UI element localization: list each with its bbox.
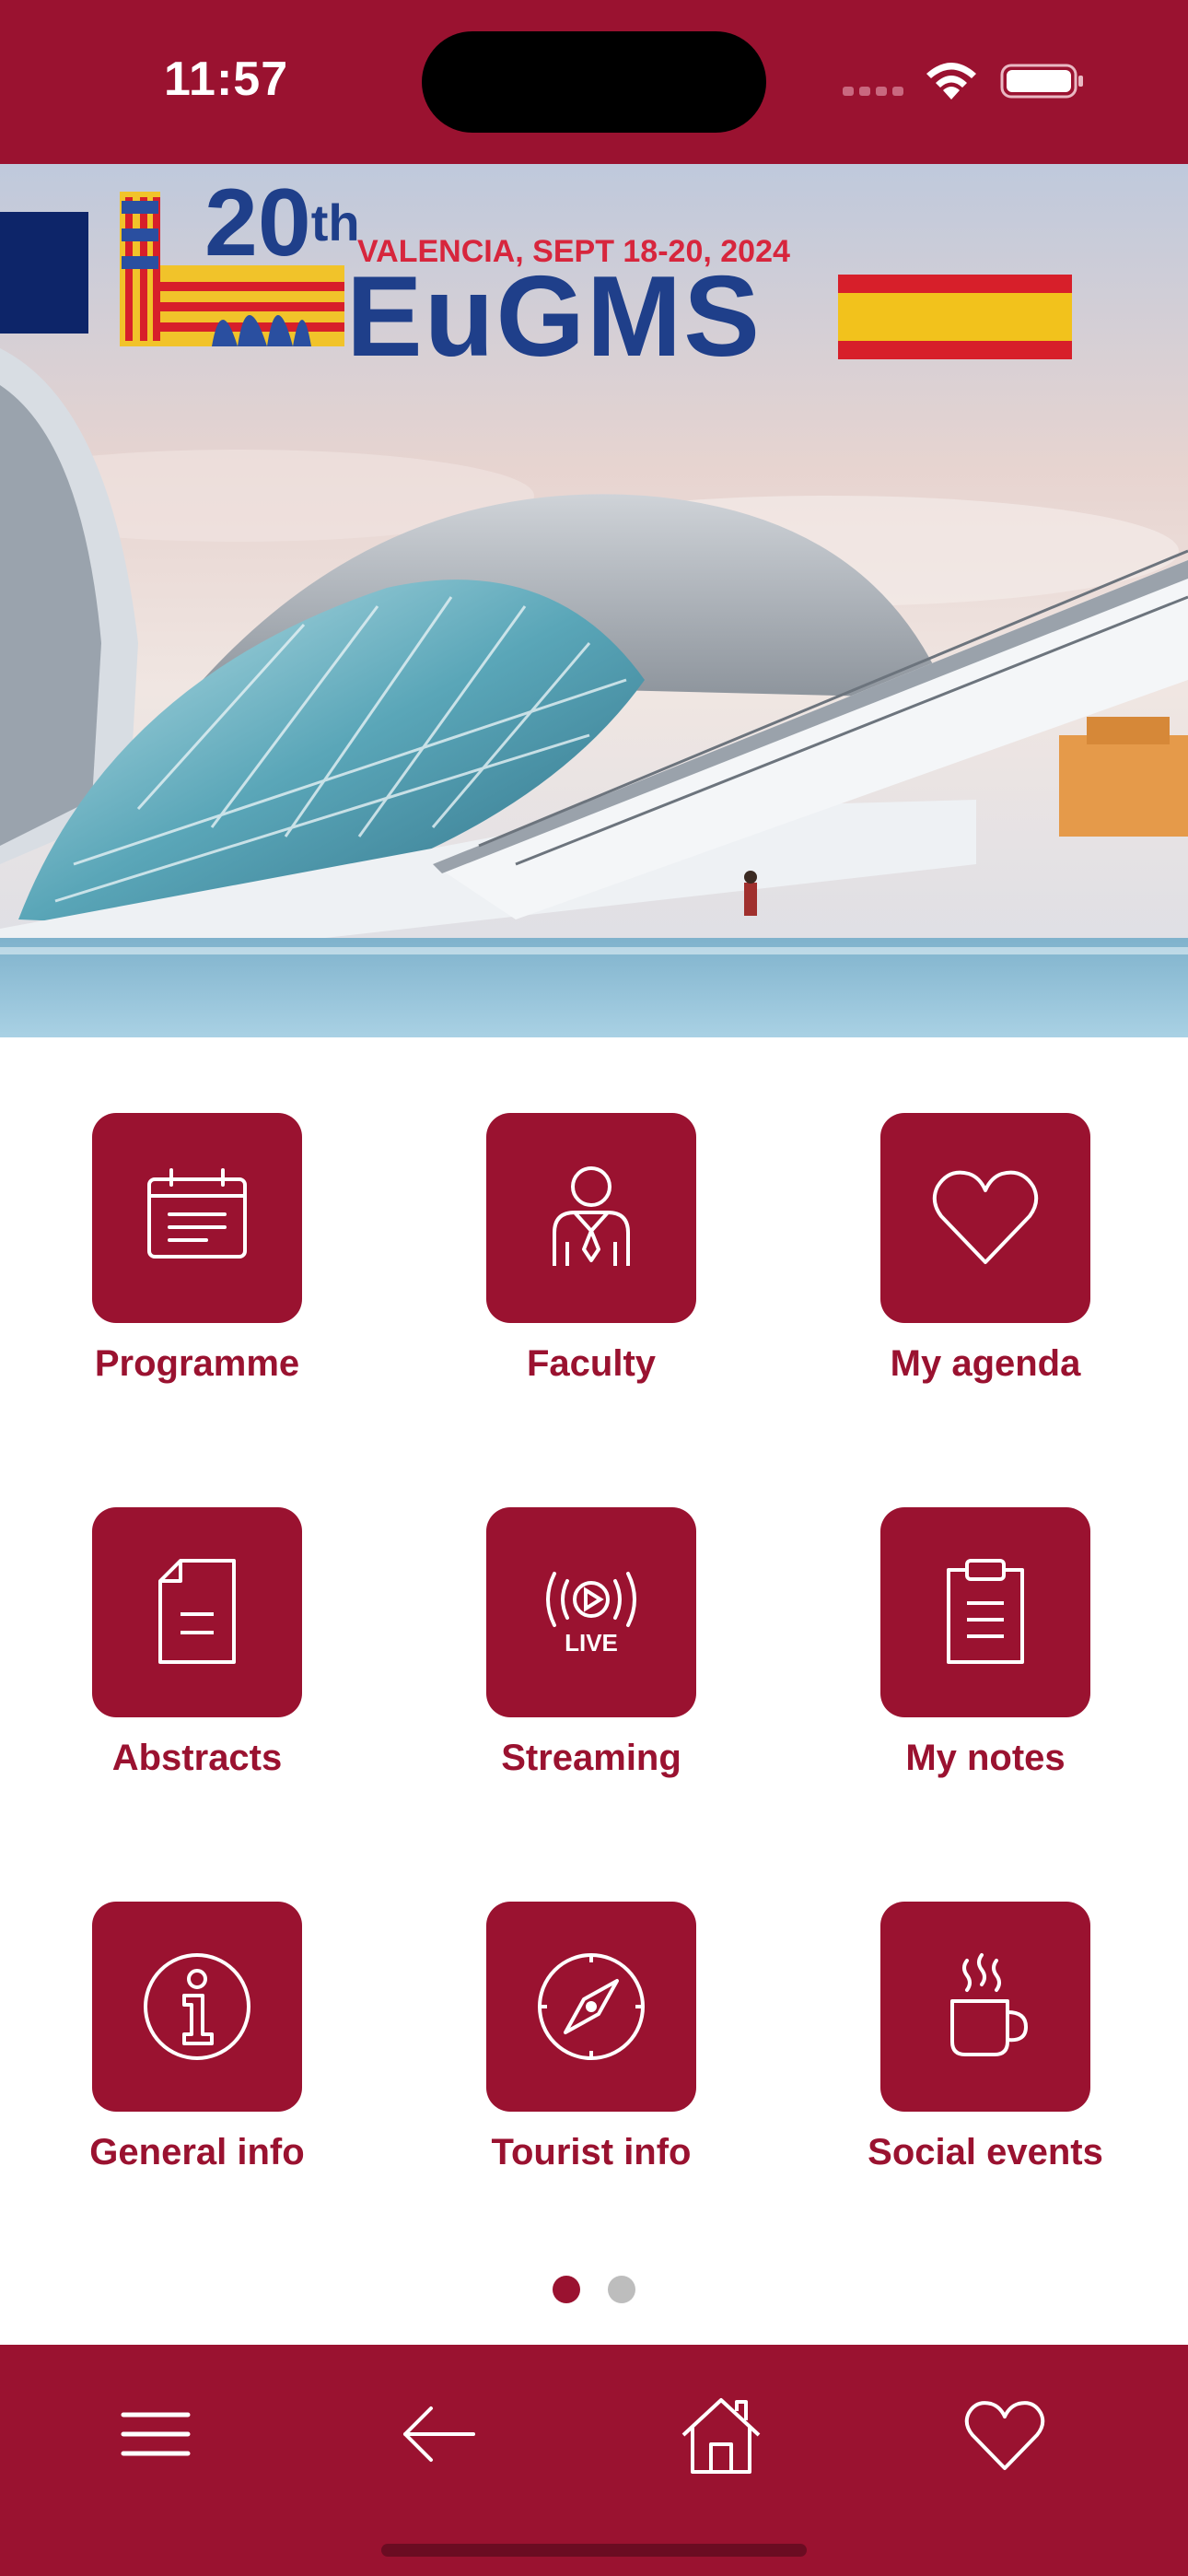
menu-social-events-button[interactable] [880, 1902, 1090, 2112]
main-menu-grid: Programme Faculty My agenda Abstracts LI… [0, 1037, 1188, 2305]
menu-my-notes-label: My notes [905, 1738, 1066, 1778]
back-button[interactable] [389, 2383, 490, 2485]
menu-button[interactable] [105, 2383, 206, 2485]
favorites-button[interactable] [954, 2383, 1055, 2485]
menu-general-info-button[interactable] [92, 1902, 302, 2112]
menu-my-notes-button[interactable] [880, 1507, 1090, 1717]
heart-icon [932, 1170, 1039, 1264]
banner-edition-number: 20 [204, 170, 311, 276]
battery-icon [1000, 64, 1083, 99]
menu-faculty[interactable]: Faculty [394, 1037, 788, 1384]
menu-abstracts-button[interactable] [92, 1507, 302, 1717]
menu-streaming-button[interactable]: LIVE [486, 1507, 696, 1717]
back-arrow-icon [403, 2406, 475, 2462]
banner-edition: 20th [204, 175, 360, 271]
info-icon [144, 1953, 250, 2060]
menu-programme-label: Programme [94, 1343, 300, 1384]
menu-abstracts-label: Abstracts [111, 1738, 283, 1778]
menu-general-info-label: General info [89, 2132, 305, 2172]
dynamic-island [422, 31, 766, 133]
person-tie-icon [553, 1166, 630, 1266]
home-icon [681, 2398, 761, 2474]
banner-edition-suffix: th [310, 193, 360, 252]
menu-tourist-info[interactable]: Tourist info [394, 1826, 788, 2172]
home-indicator[interactable] [381, 2544, 807, 2557]
hero-banner-image: 20th VALENCIA, SEPT 18-20, 2024 EuGMS [0, 164, 1188, 1037]
page-dot-2[interactable] [608, 2276, 635, 2303]
menu-abstracts[interactable]: Abstracts [0, 1432, 394, 1778]
menu-social-events[interactable]: Social events [788, 1826, 1182, 2172]
coffee-cup-icon [950, 1953, 1028, 2056]
menu-my-notes[interactable]: My notes [788, 1432, 1182, 1778]
live-text: LIVE [565, 1629, 618, 1657]
menu-faculty-label: Faculty [526, 1343, 657, 1384]
menu-streaming-label: Streaming [501, 1738, 681, 1778]
menu-tourist-info-button[interactable] [486, 1902, 696, 2112]
menu-programme[interactable]: Programme [0, 1037, 394, 1384]
wifi-icon [926, 63, 976, 100]
cellular-signal-icon [843, 87, 903, 96]
clipboard-icon [947, 1559, 1024, 1664]
menu-social-events-label: Social events [868, 2132, 1103, 2172]
menu-my-agenda-label: My agenda [890, 1343, 1081, 1384]
calendar-icon [147, 1168, 247, 1259]
home-button[interactable] [670, 2383, 772, 2485]
live-stream-icon: LIVE [546, 1572, 636, 1657]
bottom-navigation-bar [0, 2345, 1188, 2576]
menu-programme-button[interactable] [92, 1113, 302, 1323]
menu-my-agenda[interactable]: My agenda [788, 1037, 1182, 1384]
compass-icon [538, 1953, 645, 2060]
menu-tourist-info-label: Tourist info [491, 2132, 692, 2172]
heart-outline-icon [964, 2401, 1045, 2470]
menu-general-info[interactable]: General info [0, 1826, 394, 2172]
banner-name: EuGMS [346, 253, 762, 381]
menu-streaming[interactable]: LIVE Streaming [394, 1432, 788, 1778]
status-bar: 11:57 [0, 0, 1188, 164]
hamburger-menu-icon [121, 2412, 191, 2456]
document-icon [158, 1559, 236, 1664]
page-indicator [0, 2276, 1188, 2303]
menu-my-agenda-button[interactable] [880, 1113, 1090, 1323]
menu-faculty-button[interactable] [486, 1113, 696, 1323]
status-time: 11:57 [164, 53, 289, 106]
page-dot-1-active[interactable] [553, 2276, 580, 2303]
